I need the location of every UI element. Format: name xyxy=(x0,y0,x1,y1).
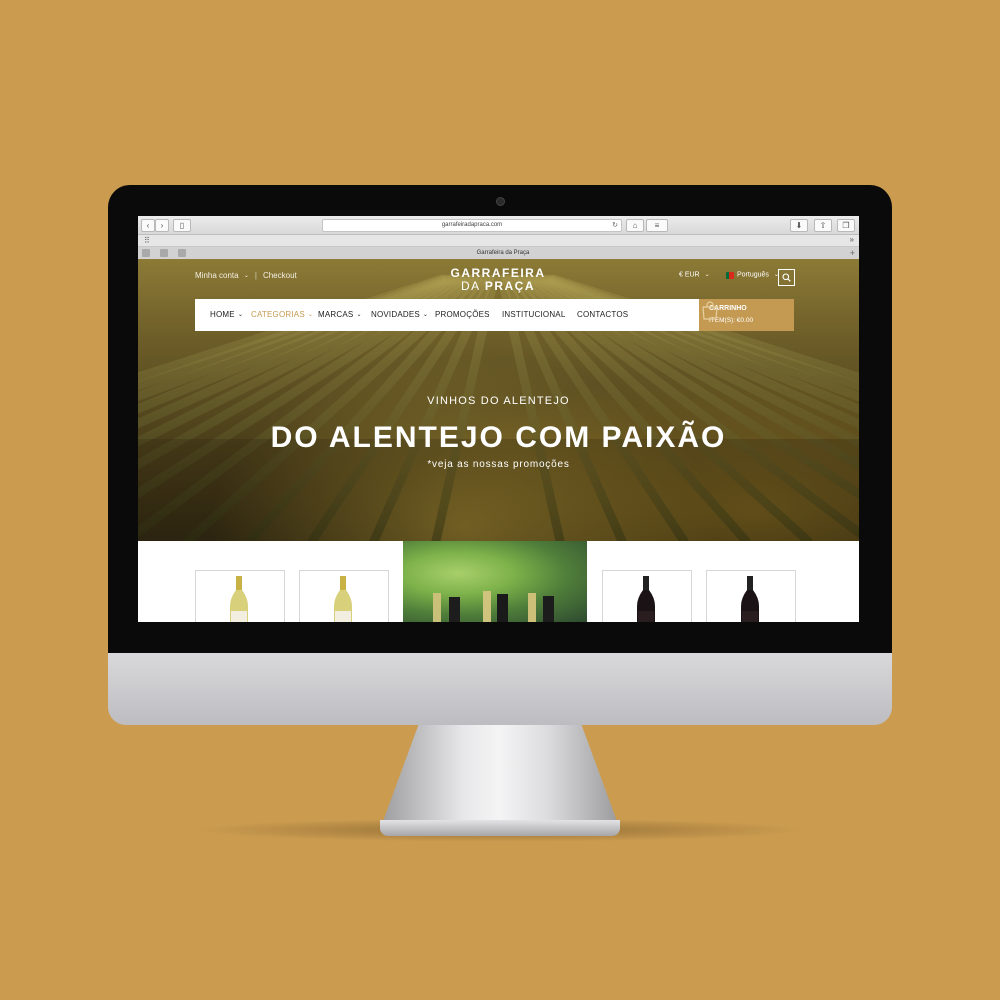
tab-icon[interactable] xyxy=(178,249,186,257)
screen: ‹ › ▯ garrafeiradapraca.com ↻ ⌂ ≡ ⬇ ⇧ ❐ … xyxy=(138,216,859,622)
tab-active[interactable]: Garrafeira da Praça xyxy=(388,247,618,259)
tab-icon[interactable] xyxy=(160,249,168,257)
cart-button[interactable]: CARRINHO ITEM(S): €0.00 xyxy=(699,299,794,331)
white-wine-bottle-icon xyxy=(334,576,352,622)
grid-icon[interactable]: ⠿ xyxy=(144,236,150,245)
search-button[interactable] xyxy=(778,269,795,286)
shopping-bag-icon xyxy=(702,301,718,320)
divider: | xyxy=(254,271,257,280)
wine-bottles-image xyxy=(433,591,554,622)
chevron-down-icon: ⌄ xyxy=(704,272,710,278)
browser-toolbar: ‹ › ▯ garrafeiradapraca.com ↻ ⌂ ≡ ⬇ ⇧ ❐ xyxy=(138,216,859,235)
checkout-link[interactable]: Checkout xyxy=(263,271,297,280)
nav-home[interactable]: HOME ⌄ xyxy=(210,299,243,331)
my-account-link[interactable]: Minha conta ⌄ xyxy=(195,271,249,280)
bookmarks-bar: ⠿ » xyxy=(138,235,859,247)
products-strip xyxy=(138,541,859,622)
new-tab-button[interactable]: + xyxy=(850,247,855,259)
language-selector[interactable]: Português ⌄ xyxy=(737,271,779,278)
tab-icon[interactable] xyxy=(142,249,150,257)
nav-categorias[interactable]: CATEGORIAS ⌄ xyxy=(251,299,313,331)
forward-button[interactable]: › xyxy=(155,219,169,232)
hero-banner: Minha conta ⌄ | Checkout GARRAFEIRA DA P… xyxy=(138,259,859,541)
hero-subtitle: VINHOS DO ALENTEJO xyxy=(427,395,570,407)
tabs-button[interactable]: ❐ xyxy=(837,219,855,232)
download-button[interactable]: ⬇ xyxy=(790,219,808,232)
monitor-stand xyxy=(380,725,620,830)
monitor-chin xyxy=(108,653,892,725)
hero-promo-link[interactable]: *veja as nossas promoções xyxy=(138,459,859,470)
chevron-down-icon: ⌄ xyxy=(237,312,244,318)
main-nav: HOME ⌄ CATEGORIAS ⌄ MARCAS ⌄ NOVIDADES ⌄ PRO… xyxy=(195,299,699,331)
more-icon[interactable]: » xyxy=(850,235,854,245)
address-bar[interactable]: garrafeiradapraca.com ↻ xyxy=(322,219,622,232)
product-card[interactable] xyxy=(602,570,692,622)
share-button[interactable]: ⇧ xyxy=(814,219,832,232)
nav-promocoes[interactable]: PROMOÇÕES xyxy=(435,299,490,331)
url-text: garrafeiradapraca.com xyxy=(441,222,503,228)
portugal-flag-icon xyxy=(726,272,734,279)
account-links: Minha conta ⌄ | Checkout xyxy=(195,271,297,280)
site-logo[interactable]: GARRAFEIRA DA PRAÇA xyxy=(428,267,568,293)
nav-institucional[interactable]: INSTITUCIONAL xyxy=(502,299,566,331)
reader-button[interactable]: ≡ xyxy=(646,219,668,232)
nav-marcas[interactable]: MARCAS ⌄ xyxy=(318,299,362,331)
logo-line-2: DA PRAÇA xyxy=(460,279,535,293)
home-button[interactable]: ⌂ xyxy=(626,219,644,232)
hero-title: DO ALENTEJO COM PAIXÃO xyxy=(270,421,727,454)
currency-selector[interactable]: € EUR ⌄ xyxy=(679,271,710,278)
chevron-down-icon: ⌄ xyxy=(307,312,314,318)
sidebar-toggle-button[interactable]: ▯ xyxy=(173,219,191,232)
back-button[interactable]: ‹ xyxy=(141,219,155,232)
featured-wines-image[interactable] xyxy=(403,541,587,622)
chevron-down-icon: ⌄ xyxy=(243,273,249,280)
nav-novidades[interactable]: NOVIDADES ⌄ xyxy=(371,299,428,331)
product-card[interactable] xyxy=(706,570,796,622)
chevron-down-icon: ⌄ xyxy=(422,312,429,318)
red-wine-bottle-icon xyxy=(741,576,759,622)
nav-contactos[interactable]: CONTACTOS xyxy=(577,299,628,331)
product-card[interactable] xyxy=(299,570,389,622)
chevron-down-icon: ⌄ xyxy=(356,312,362,318)
product-card[interactable] xyxy=(195,570,285,622)
search-icon xyxy=(782,273,791,282)
monitor-stand-foot xyxy=(380,820,620,836)
reload-icon[interactable]: ↻ xyxy=(612,220,618,231)
camera xyxy=(496,197,505,206)
red-wine-bottle-icon xyxy=(637,576,655,622)
white-wine-bottle-icon xyxy=(230,576,248,622)
